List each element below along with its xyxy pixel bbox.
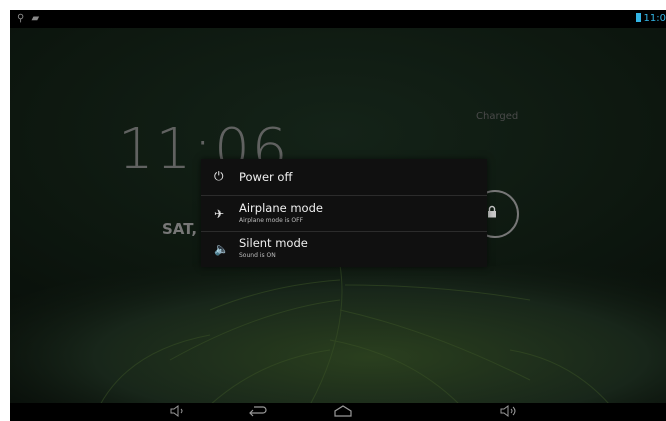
usb-icon: ⚲ xyxy=(17,13,25,24)
airplane-mode-status: Airplane mode is OFF xyxy=(239,217,304,224)
lock-icon xyxy=(488,205,496,218)
charge-status: Charged xyxy=(476,111,519,122)
back-icon[interactable] xyxy=(248,405,268,417)
silent-mode-status: Sound is ON xyxy=(239,252,276,259)
lockscreen-date: SAT, xyxy=(162,220,198,238)
airplane-mode-label: Airplane mode xyxy=(239,201,323,215)
power-icon: ⏻ xyxy=(214,169,224,183)
speaker-icon: 🔈 xyxy=(214,242,229,256)
status-left-icons: ⚲ ▰ xyxy=(17,13,39,24)
battery-icon xyxy=(635,13,641,22)
power-options-dialog: ⏻ Power off ✈ Airplane mode Airplane mod… xyxy=(201,159,487,267)
airplane-mode-item[interactable]: ✈ Airplane mode Airplane mode is OFF xyxy=(201,196,487,232)
silent-mode-item[interactable]: 🔈 Silent mode Sound is ON xyxy=(201,232,487,268)
airplane-icon: ✈ xyxy=(214,207,225,221)
lock-screen: ⚲ ▰ 11:0 11:06 SAT, Charged ⏻ Power off … xyxy=(10,10,666,421)
android-debug-icon: ▰ xyxy=(31,13,40,24)
power-off-item[interactable]: ⏻ Power off xyxy=(201,159,487,195)
volume-up-icon[interactable] xyxy=(500,405,518,417)
status-bar: ⚲ ▰ 11:0 xyxy=(10,10,666,28)
home-icon[interactable] xyxy=(333,405,353,417)
silent-mode-label: Silent mode xyxy=(239,236,308,250)
status-right: 11:0 xyxy=(635,13,666,24)
power-off-label: Power off xyxy=(239,170,293,184)
navigation-bar xyxy=(10,403,666,421)
status-clock: 11:0 xyxy=(643,13,666,24)
volume-down-icon[interactable] xyxy=(170,405,186,417)
